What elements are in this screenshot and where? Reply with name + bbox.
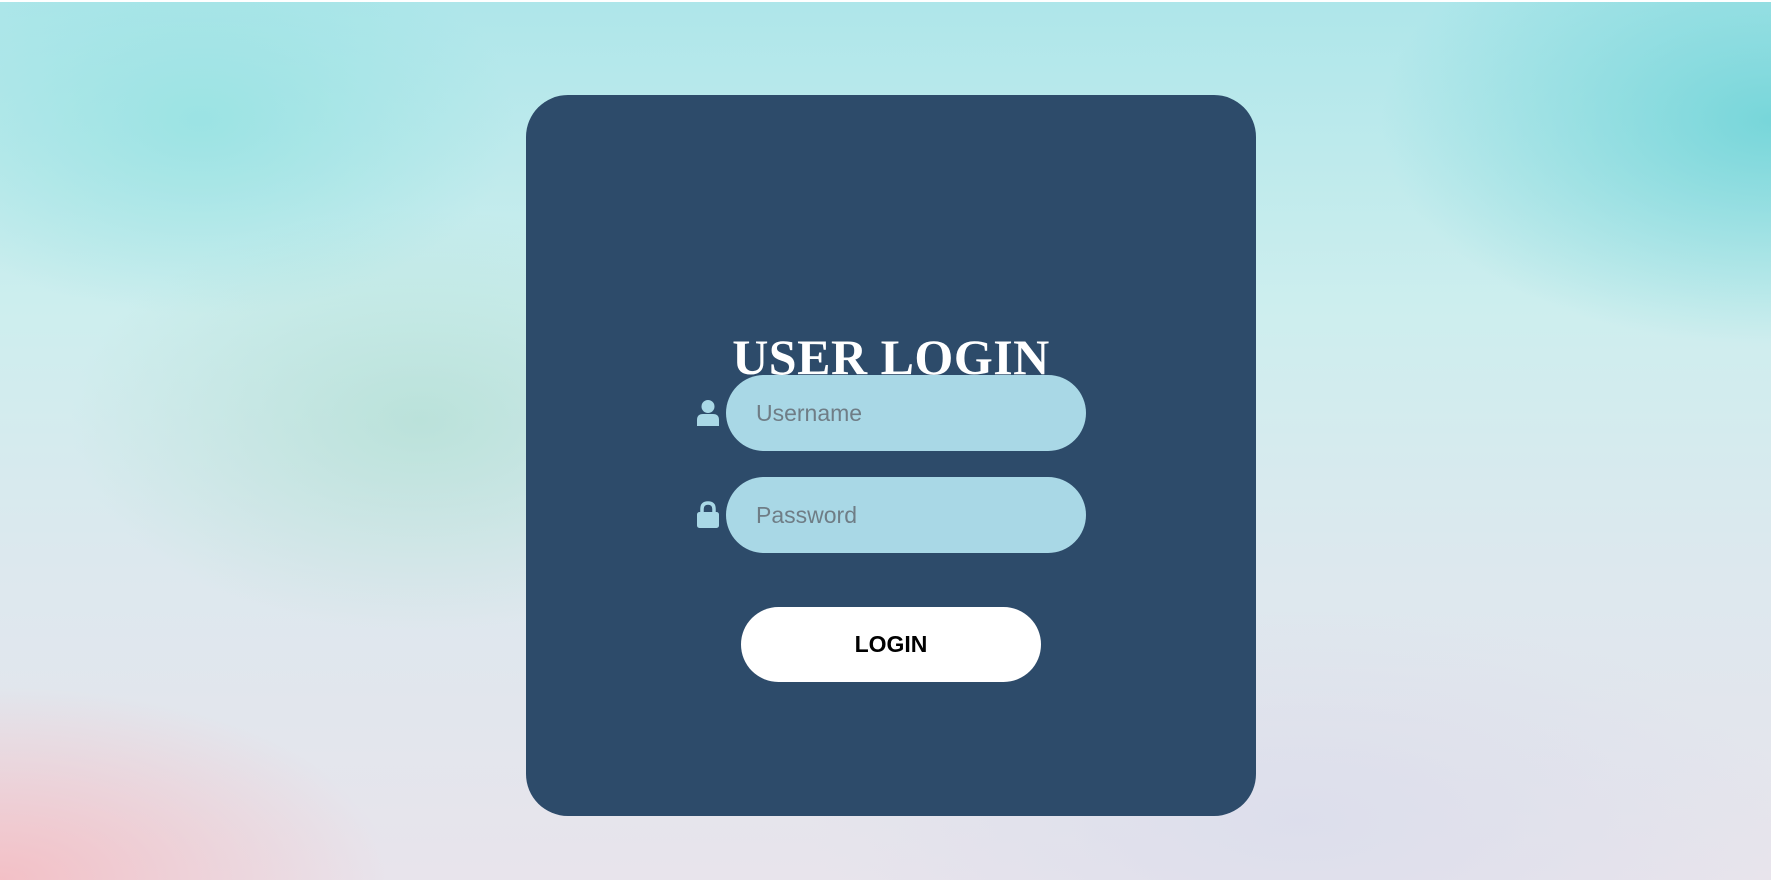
user-icon [696,399,720,427]
username-input[interactable] [726,375,1086,451]
lock-icon [696,501,720,529]
password-row [696,477,1096,553]
top-strip [0,0,1771,2]
password-input[interactable] [726,477,1086,553]
login-card: USER LOGIN LOGIN [526,95,1256,816]
login-button[interactable]: LOGIN [741,607,1041,682]
username-row [696,375,1096,451]
